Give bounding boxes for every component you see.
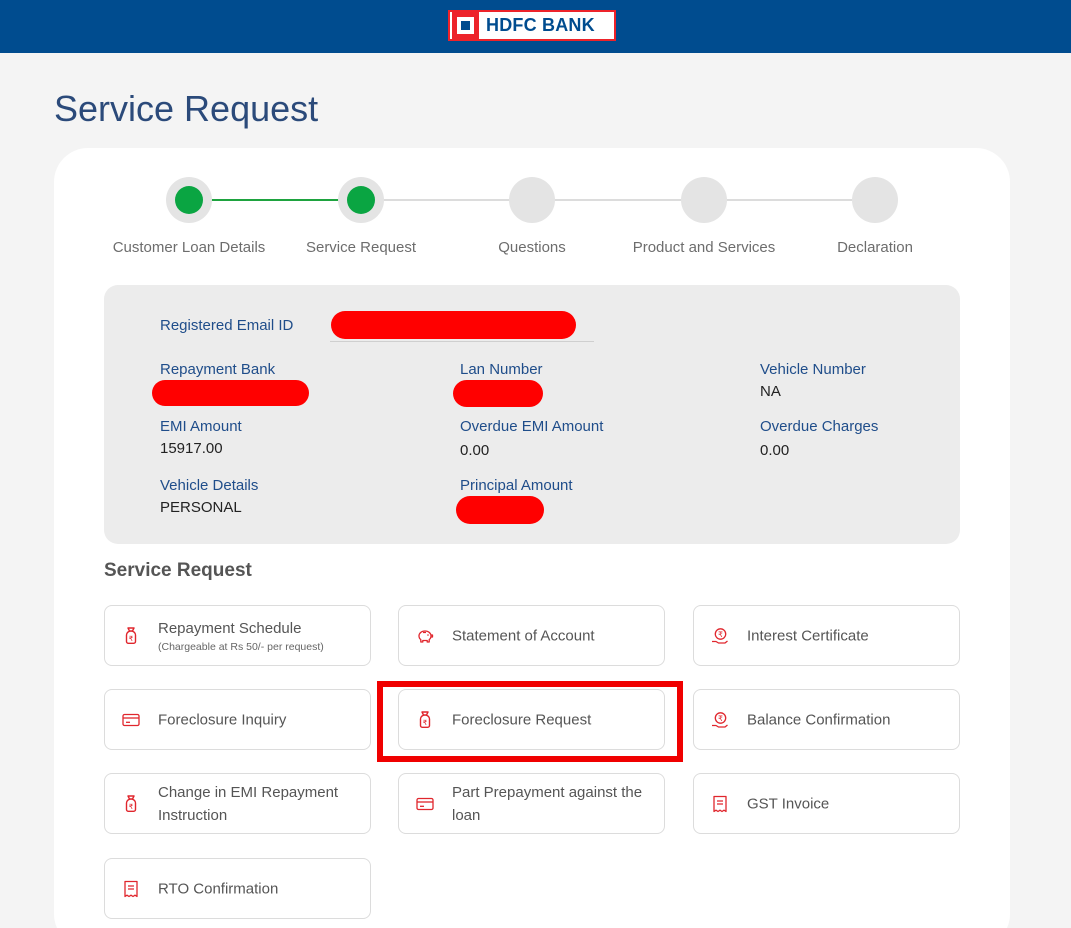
tile-label: Change in EMI Repayment Instruction — [158, 783, 339, 824]
document-icon — [713, 795, 727, 812]
card-icon — [416, 797, 434, 810]
part-prepayment-tile[interactable]: Part Prepayment against the loan — [398, 773, 665, 834]
gst-invoice-tile[interactable]: GST Invoice — [693, 773, 960, 834]
progress-stepper: Customer Loan Details Service Request Qu… — [54, 148, 1010, 268]
principal-amount-label: Principal Amount — [460, 477, 573, 494]
svg-text:₹: ₹ — [718, 629, 723, 638]
svg-text:₹: ₹ — [718, 713, 723, 722]
change-emi-repayment-instruction-tile[interactable]: ₹ Change in EMI Repayment Instruction — [104, 773, 371, 834]
tile-text: Interest Certificate — [747, 624, 951, 647]
step-complete-dot — [175, 186, 203, 214]
lan-number-label: Lan Number — [460, 361, 543, 378]
overdue-emi-amount-value: 0.00 — [460, 442, 490, 459]
step-current-dot — [347, 186, 375, 214]
stepper-connector-3 — [532, 199, 704, 201]
money-bag-icon: ₹ — [419, 710, 431, 728]
tile-label: RTO Confirmation — [158, 880, 279, 897]
tile-label: Part Prepayment against the loan — [452, 783, 643, 824]
vehicle-details-label: Vehicle Details — [160, 477, 259, 494]
rto-confirmation-tile[interactable]: RTO Confirmation — [104, 858, 371, 919]
rupee-hand-icon: ₹ — [712, 711, 728, 728]
email-field-underline — [330, 341, 594, 342]
tile-text: Foreclosure Inquiry — [158, 708, 362, 731]
step-4-indicator — [681, 177, 727, 223]
tile-label: Statement of Account — [452, 627, 595, 644]
svg-text:₹: ₹ — [129, 634, 134, 642]
step-4-label: Product and Services — [632, 239, 776, 256]
svg-text:₹: ₹ — [423, 718, 428, 726]
emi-amount-value: 15917.00 — [160, 440, 223, 457]
card-icon — [122, 713, 140, 726]
money-bag-icon: ₹ — [125, 794, 137, 812]
interest-certificate-tile[interactable]: ₹ Interest Certificate — [693, 605, 960, 666]
tile-text: Part Prepayment against the loan — [452, 781, 656, 827]
overdue-charges-value: 0.00 — [760, 442, 790, 459]
service-request-heading: Service Request — [104, 560, 252, 581]
money-bag-icon: ₹ — [125, 626, 137, 644]
hdfc-logo-icon — [452, 12, 479, 39]
stepper-connector-1 — [189, 199, 361, 201]
stepper-connector-4 — [704, 199, 875, 201]
overdue-emi-amount-label: Overdue EMI Amount — [460, 418, 604, 435]
registered-email-redacted — [331, 311, 576, 339]
step-5-label: Declaration — [837, 239, 913, 256]
registered-email-label: Registered Email ID — [160, 317, 294, 334]
tile-text: Change in EMI Repayment Instruction — [158, 781, 362, 827]
tile-text: GST Invoice — [747, 792, 951, 815]
overdue-charges-label: Overdue Charges — [760, 418, 879, 435]
hdfc-bank-logo[interactable]: HDFC BANK — [448, 10, 616, 41]
foreclosure-request-tile[interactable]: ₹ Foreclosure Request — [398, 689, 665, 750]
vehicle-number-label: Vehicle Number — [760, 361, 866, 378]
svg-text:₹: ₹ — [129, 802, 134, 810]
foreclosure-inquiry-tile[interactable]: Foreclosure Inquiry — [104, 689, 371, 750]
brand-name: HDFC BANK — [486, 15, 595, 35]
vehicle-details-value: PERSONAL — [160, 499, 242, 516]
statement-of-account-tile[interactable]: Statement of Account — [398, 605, 665, 666]
repayment-bank-redacted — [152, 380, 309, 406]
tile-label: Repayment Schedule — [158, 619, 302, 637]
tile-text: Repayment Schedule (Chargeable at Rs 50/… — [158, 617, 362, 655]
tile-charge-note: (Chargeable at Rs 50/- per request) — [158, 640, 324, 653]
vehicle-number-value: NA — [760, 383, 781, 400]
page-title: Service Request — [54, 88, 319, 129]
tile-label: GST Invoice — [747, 795, 830, 812]
emi-amount-label: EMI Amount — [160, 418, 242, 435]
step-2-label: Service Request — [305, 239, 417, 256]
piggy-bank-icon — [418, 629, 434, 643]
step-1-indicator — [166, 177, 212, 223]
repayment-bank-label: Repayment Bank — [160, 361, 276, 378]
tile-label: Balance Confirmation — [747, 711, 891, 728]
balance-confirmation-tile[interactable]: ₹ Balance Confirmation — [693, 689, 960, 750]
rupee-hand-icon: ₹ — [712, 627, 728, 644]
top-header-bar: HDFC BANK — [0, 0, 1071, 53]
step-3-label: Questions — [498, 239, 566, 256]
step-3-indicator — [509, 177, 555, 223]
stepper-connector-2 — [361, 199, 532, 201]
tile-label: Foreclosure Inquiry — [158, 711, 287, 728]
principal-amount-redacted — [456, 496, 544, 524]
step-5-indicator — [852, 177, 898, 223]
repayment-schedule-tile[interactable]: ₹ Repayment Schedule (Chargeable at Rs 5… — [104, 605, 371, 666]
document-icon — [124, 880, 138, 897]
tile-label: Foreclosure Request — [452, 711, 592, 728]
tile-text: Statement of Account — [452, 624, 656, 647]
tile-text: Foreclosure Request — [452, 708, 656, 731]
tile-label: Interest Certificate — [747, 627, 869, 644]
loan-details-panel: Registered Email ID Repayment Bank Lan N… — [104, 285, 960, 544]
step-1-label: Customer Loan Details — [112, 239, 266, 256]
step-2-indicator — [338, 177, 384, 223]
tile-text: Balance Confirmation — [747, 708, 951, 731]
tile-text: RTO Confirmation — [158, 877, 362, 900]
service-request-card: Customer Loan Details Service Request Qu… — [54, 148, 1010, 928]
lan-number-redacted — [453, 380, 543, 407]
